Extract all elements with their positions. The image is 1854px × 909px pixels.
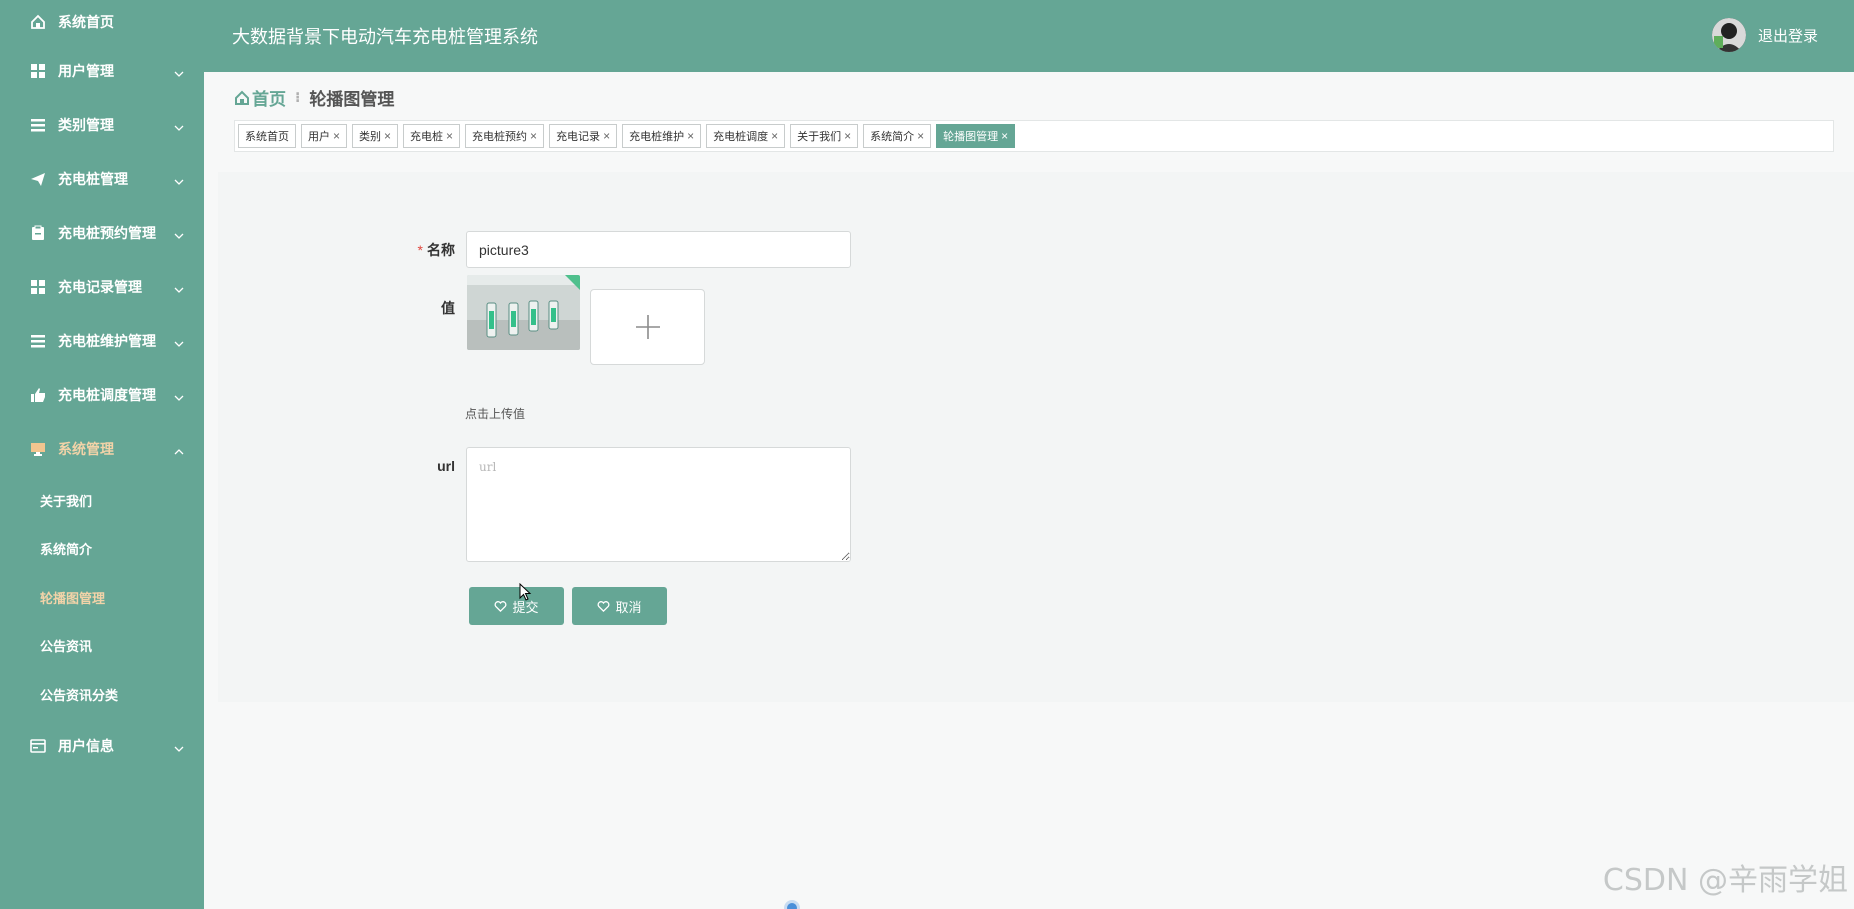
send-icon (30, 171, 46, 187)
tag-system-intro[interactable]: 系统简介 × (863, 124, 932, 148)
sidebar-subitem-about-us[interactable]: 关于我们 (0, 476, 204, 525)
value-label: 值 (441, 300, 455, 316)
breadcrumb: 首页 ⁝ 轮播图管理 (234, 85, 394, 110)
sidebar-item-maintenance-management[interactable]: 充电桩维护管理 (0, 314, 204, 368)
chevron-down-icon (174, 174, 184, 185)
close-icon[interactable]: × (603, 129, 610, 143)
home-icon (30, 14, 46, 30)
chevron-down-icon (174, 282, 184, 293)
breadcrumb-home[interactable]: 首页 (234, 85, 286, 110)
grid-icon (30, 63, 46, 79)
top-header: 大数据背景下电动汽车充电桩管理系统 退出登录 (204, 0, 1854, 72)
card-icon (30, 738, 46, 754)
url-textarea[interactable] (466, 447, 851, 562)
plus-icon (635, 315, 660, 339)
tag-charger-reservation[interactable]: 充电桩预约 × (465, 124, 545, 148)
close-icon[interactable]: × (384, 129, 391, 143)
close-icon[interactable]: × (530, 129, 537, 143)
sidebar-item-home[interactable]: 系统首页 (0, 0, 204, 44)
sidebar-item-system-management[interactable]: 系统管理 (0, 422, 204, 476)
list-icon (30, 117, 46, 133)
sidebar-item-label: 类别管理 (58, 117, 114, 133)
sidebar-subitem-announcements[interactable]: 公告资讯 (0, 622, 204, 671)
sidebar-item-label: 系统管理 (58, 441, 114, 457)
tag-user[interactable]: 用户 × (301, 124, 348, 148)
sidebar-item-label: 充电记录管理 (58, 279, 142, 295)
chevron-down-icon (174, 66, 184, 77)
submit-button[interactable]: 提交 (469, 587, 564, 625)
avatar[interactable] (1711, 18, 1746, 52)
upload-button[interactable] (590, 289, 705, 365)
close-icon[interactable]: × (687, 129, 694, 143)
chevron-up-icon (174, 444, 184, 455)
sidebar-item-reservation-management[interactable]: 充电桩预约管理 (0, 206, 204, 260)
home-icon (235, 90, 249, 105)
tag-charger-dispatch[interactable]: 充电桩调度 × (706, 124, 786, 148)
sidebar-item-category-management[interactable]: 类别管理 (0, 98, 204, 152)
header-user-area: 退出登录 (1711, 18, 1818, 52)
list-icon (30, 333, 46, 349)
sidebar-item-label: 充电桩预约管理 (58, 225, 156, 241)
chevron-down-icon (174, 120, 184, 131)
breadcrumb-separator: ⁝ (295, 89, 301, 105)
main-content: 首页 ⁝ 轮播图管理 系统首页 用户 × 类别 × 充电桩 × 充电桩预约 × 充电记录… (204, 72, 1854, 909)
sidebar-item-user-info[interactable]: 用户信息 (0, 719, 204, 773)
sidebar: 系统首页 用户管理 类别管理 充电桩管理 充电桩预约管理 充电记录管理 充电桩维… (0, 0, 204, 909)
sidebar-item-label: 充电桩管理 (58, 171, 128, 187)
sidebar-item-label: 充电桩调度管理 (58, 387, 156, 403)
sidebar-item-user-management[interactable]: 用户管理 (0, 44, 204, 98)
sidebar-subitem-system-intro[interactable]: 系统简介 (0, 525, 204, 574)
grid-icon (30, 279, 46, 295)
close-icon[interactable]: × (844, 129, 851, 143)
upload-hint: 点击上传值 (465, 407, 526, 421)
chevron-down-icon (174, 390, 184, 401)
sidebar-subitem-announcement-categories[interactable]: 公告资讯分类 (0, 670, 204, 719)
floating-dot-icon[interactable] (784, 900, 800, 909)
mouse-cursor-icon (519, 583, 532, 601)
tag-home[interactable]: 系统首页 (238, 124, 296, 148)
tag-charger-maintenance[interactable]: 充电桩维护 × (622, 124, 702, 148)
close-icon[interactable]: × (1001, 129, 1008, 143)
chevron-down-icon (174, 741, 184, 752)
tag-charger[interactable]: 充电桩 × (403, 124, 461, 148)
close-icon[interactable]: × (771, 129, 778, 143)
cancel-button[interactable]: 取消 (572, 587, 667, 625)
sidebar-item-label: 用户信息 (58, 737, 114, 754)
required-mark: * (417, 242, 423, 258)
app-title: 大数据背景下电动汽车充电桩管理系统 (232, 27, 538, 47)
sidebar-item-charging-record-management[interactable]: 充电记录管理 (0, 260, 204, 314)
name-input[interactable] (466, 231, 851, 268)
close-icon[interactable]: × (917, 129, 924, 143)
chevron-down-icon (174, 228, 184, 239)
sidebar-item-dispatch-management[interactable]: 充电桩调度管理 (0, 368, 204, 422)
clipboard-icon (30, 225, 46, 241)
logout-link[interactable]: 退出登录 (1758, 25, 1818, 46)
tags-view-bar: 系统首页 用户 × 类别 × 充电桩 × 充电桩预约 × 充电记录 × 充电桩维护 × 充电… (234, 120, 1834, 152)
heart-icon (598, 600, 610, 612)
chevron-down-icon (174, 336, 184, 347)
tag-carousel-management[interactable]: 轮播图管理 × (936, 124, 1016, 148)
close-icon[interactable]: × (333, 129, 340, 143)
heart-icon (495, 600, 507, 612)
form-panel (218, 172, 1854, 702)
monitor-icon (30, 441, 46, 457)
watermark: CSDN @辛雨学姐 (1602, 863, 1848, 898)
sidebar-item-charger-management[interactable]: 充电桩管理 (0, 152, 204, 206)
sidebar-subitem-carousel-management[interactable]: 轮播图管理 (0, 573, 204, 622)
thumb-icon (30, 387, 46, 403)
name-label: * 名称 (417, 242, 455, 258)
close-icon[interactable]: × (446, 129, 453, 143)
tag-category[interactable]: 类别 × (352, 124, 399, 148)
breadcrumb-current: 轮播图管理 (309, 90, 395, 109)
sidebar-item-label: 充电桩维护管理 (58, 333, 156, 349)
uploaded-image-thumbnail[interactable] (467, 275, 580, 350)
sidebar-item-label: 用户管理 (58, 63, 114, 79)
tag-about-us[interactable]: 关于我们 × (790, 124, 859, 148)
url-label: url (437, 458, 455, 474)
tag-charging-record[interactable]: 充电记录 × (549, 124, 618, 148)
sidebar-item-label: 系统首页 (58, 14, 114, 30)
